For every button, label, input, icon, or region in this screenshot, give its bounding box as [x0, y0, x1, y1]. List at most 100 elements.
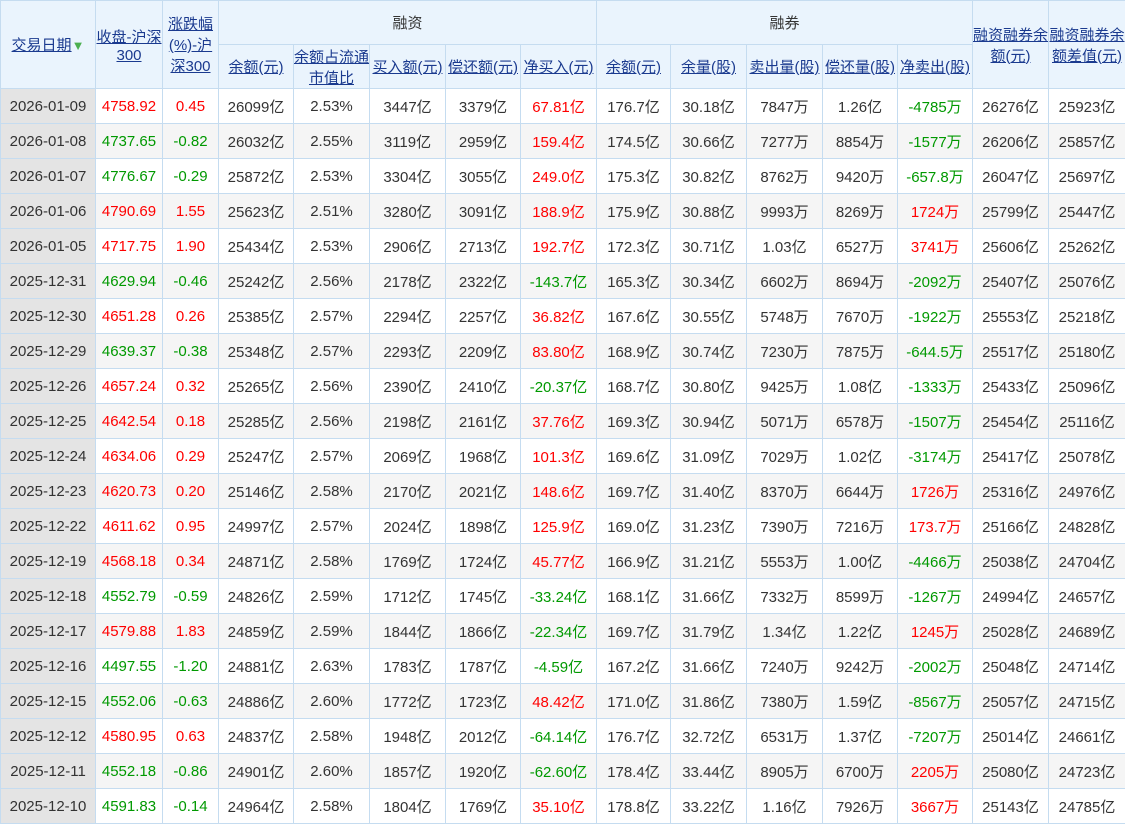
- cell-s-balance: 168.1亿: [596, 578, 671, 614]
- cell-s-repay: 7926万: [822, 788, 898, 824]
- cell-m-net: 192.7亿: [520, 228, 597, 264]
- cell-m-balance: 25434亿: [218, 228, 294, 264]
- sort-by-date[interactable]: 交易日期: [12, 37, 72, 54]
- sort-by-m-repay[interactable]: 偿还额(元): [448, 59, 518, 76]
- cell-s-repay: 1.08亿: [822, 368, 898, 404]
- sort-by-diff[interactable]: 融资融券余额差值(元): [1049, 27, 1124, 65]
- sort-by-s-volume[interactable]: 余量(股): [681, 59, 736, 76]
- cell-s-net: -4785万: [897, 88, 973, 124]
- cell-s-volume: 30.94亿: [670, 403, 747, 439]
- cell-m-repay: 2959亿: [445, 123, 521, 159]
- table-row: 2025-12-12 4580.95 0.63 24837亿 2.58% 1948亿 201…: [0, 718, 1125, 754]
- cell-s-net: -1507万: [897, 403, 973, 439]
- sort-by-total[interactable]: 融资融券余额(元): [973, 27, 1048, 65]
- cell-s-sell: 1.34亿: [746, 613, 823, 649]
- cell-m-balance: 24964亿: [218, 788, 294, 824]
- cell-diff: 25078亿: [1048, 438, 1125, 474]
- sort-by-change[interactable]: 涨跌幅(%)-沪深300: [168, 16, 213, 75]
- cell-diff: 25923亿: [1048, 88, 1125, 124]
- sort-by-m-buy[interactable]: 买入额(元): [373, 59, 443, 76]
- cell-close: 4629.94: [95, 263, 163, 299]
- cell-s-balance: 168.9亿: [596, 333, 671, 369]
- sort-by-m-ratio[interactable]: 余额占流通市值比: [294, 49, 369, 87]
- cell-s-volume: 30.88亿: [670, 193, 747, 229]
- sort-by-s-balance[interactable]: 余额(元): [606, 59, 661, 76]
- cell-s-sell: 6531万: [746, 718, 823, 754]
- cell-s-repay: 1.22亿: [822, 613, 898, 649]
- cell-diff: 24704亿: [1048, 543, 1125, 579]
- cell-s-repay: 8694万: [822, 263, 898, 299]
- table-row: 2025-12-25 4642.54 0.18 25285亿 2.56% 2198亿 216…: [0, 403, 1125, 439]
- sort-by-s-repay[interactable]: 偿还量(股): [825, 59, 895, 76]
- cell-diff: 24714亿: [1048, 648, 1125, 684]
- cell-s-sell: 8370万: [746, 473, 823, 509]
- table-row: 2025-12-26 4657.24 0.32 25265亿 2.56% 2390亿 241…: [0, 368, 1125, 404]
- sort-by-m-net[interactable]: 净买入(元): [524, 59, 594, 76]
- cell-date: 2025-12-17: [0, 613, 96, 649]
- sort-by-close[interactable]: 收盘-沪深300: [97, 29, 162, 64]
- sort-by-s-net[interactable]: 净卖出(股): [900, 59, 970, 76]
- cell-s-repay: 6700万: [822, 753, 898, 789]
- cell-m-buy: 1772亿: [369, 683, 446, 719]
- cell-change: 0.26: [162, 298, 219, 334]
- cell-change: -0.59: [162, 578, 219, 614]
- cell-s-repay: 9242万: [822, 648, 898, 684]
- cell-close: 4552.79: [95, 578, 163, 614]
- cell-m-buy: 2390亿: [369, 368, 446, 404]
- cell-date: 2026-01-06: [0, 193, 96, 229]
- header-m-repay: 偿还额(元): [445, 44, 521, 89]
- cell-close: 4579.88: [95, 613, 163, 649]
- cell-m-net: 37.76亿: [520, 403, 597, 439]
- cell-diff: 25096亿: [1048, 368, 1125, 404]
- cell-s-balance: 167.2亿: [596, 648, 671, 684]
- cell-total: 25080亿: [972, 753, 1049, 789]
- cell-total: 25517亿: [972, 333, 1049, 369]
- cell-s-repay: 7875万: [822, 333, 898, 369]
- cell-m-ratio: 2.53%: [293, 158, 370, 194]
- cell-change: 0.18: [162, 403, 219, 439]
- cell-m-buy: 1804亿: [369, 788, 446, 824]
- cell-m-ratio: 2.58%: [293, 718, 370, 754]
- margin-trading-table: 交易日期▼ 收盘-沪深300 涨跌幅(%)-沪深300 融资 融券 融资融券余额…: [0, 0, 1125, 824]
- cell-s-net: -2092万: [897, 263, 973, 299]
- cell-total: 25028亿: [972, 613, 1049, 649]
- cell-s-volume: 30.34亿: [670, 263, 747, 299]
- cell-s-volume: 30.82亿: [670, 158, 747, 194]
- cell-m-ratio: 2.58%: [293, 543, 370, 579]
- cell-change: -0.82: [162, 123, 219, 159]
- cell-diff: 24828亿: [1048, 508, 1125, 544]
- cell-m-repay: 1898亿: [445, 508, 521, 544]
- table-row: 2025-12-17 4579.88 1.83 24859亿 2.59% 1844亿 186…: [0, 613, 1125, 649]
- cell-date: 2025-12-23: [0, 473, 96, 509]
- sort-by-s-sell[interactable]: 卖出量(股): [750, 59, 820, 76]
- cell-date: 2025-12-15: [0, 683, 96, 719]
- cell-total: 25433亿: [972, 368, 1049, 404]
- header-margin-group: 融资: [218, 0, 597, 45]
- cell-s-balance: 165.3亿: [596, 263, 671, 299]
- cell-m-repay: 2161亿: [445, 403, 521, 439]
- cell-total: 25038亿: [972, 543, 1049, 579]
- cell-s-repay: 7670万: [822, 298, 898, 334]
- cell-s-balance: 172.3亿: [596, 228, 671, 264]
- cell-m-repay: 1968亿: [445, 438, 521, 474]
- table-row: 2025-12-16 4497.55 -1.20 24881亿 2.63% 1783亿 17…: [0, 648, 1125, 684]
- cell-m-buy: 3119亿: [369, 123, 446, 159]
- cell-total: 25048亿: [972, 648, 1049, 684]
- cell-m-buy: 1769亿: [369, 543, 446, 579]
- cell-change: 0.20: [162, 473, 219, 509]
- sort-by-m-balance[interactable]: 余额(元): [229, 59, 284, 76]
- cell-s-net: -2002万: [897, 648, 973, 684]
- cell-s-volume: 31.21亿: [670, 543, 747, 579]
- cell-m-balance: 25247亿: [218, 438, 294, 474]
- cell-s-sell: 5071万: [746, 403, 823, 439]
- cell-m-net: 67.81亿: [520, 88, 597, 124]
- cell-m-buy: 1948亿: [369, 718, 446, 754]
- cell-s-balance: 171.0亿: [596, 683, 671, 719]
- header-close: 收盘-沪深300: [95, 0, 163, 89]
- cell-m-buy: 2294亿: [369, 298, 446, 334]
- cell-diff: 24657亿: [1048, 578, 1125, 614]
- table-row: 2026-01-06 4790.69 1.55 25623亿 2.51% 3280亿 309…: [0, 193, 1125, 229]
- sort-down-arrow-icon[interactable]: ▼: [72, 38, 85, 53]
- cell-change: -0.86: [162, 753, 219, 789]
- cell-m-ratio: 2.59%: [293, 613, 370, 649]
